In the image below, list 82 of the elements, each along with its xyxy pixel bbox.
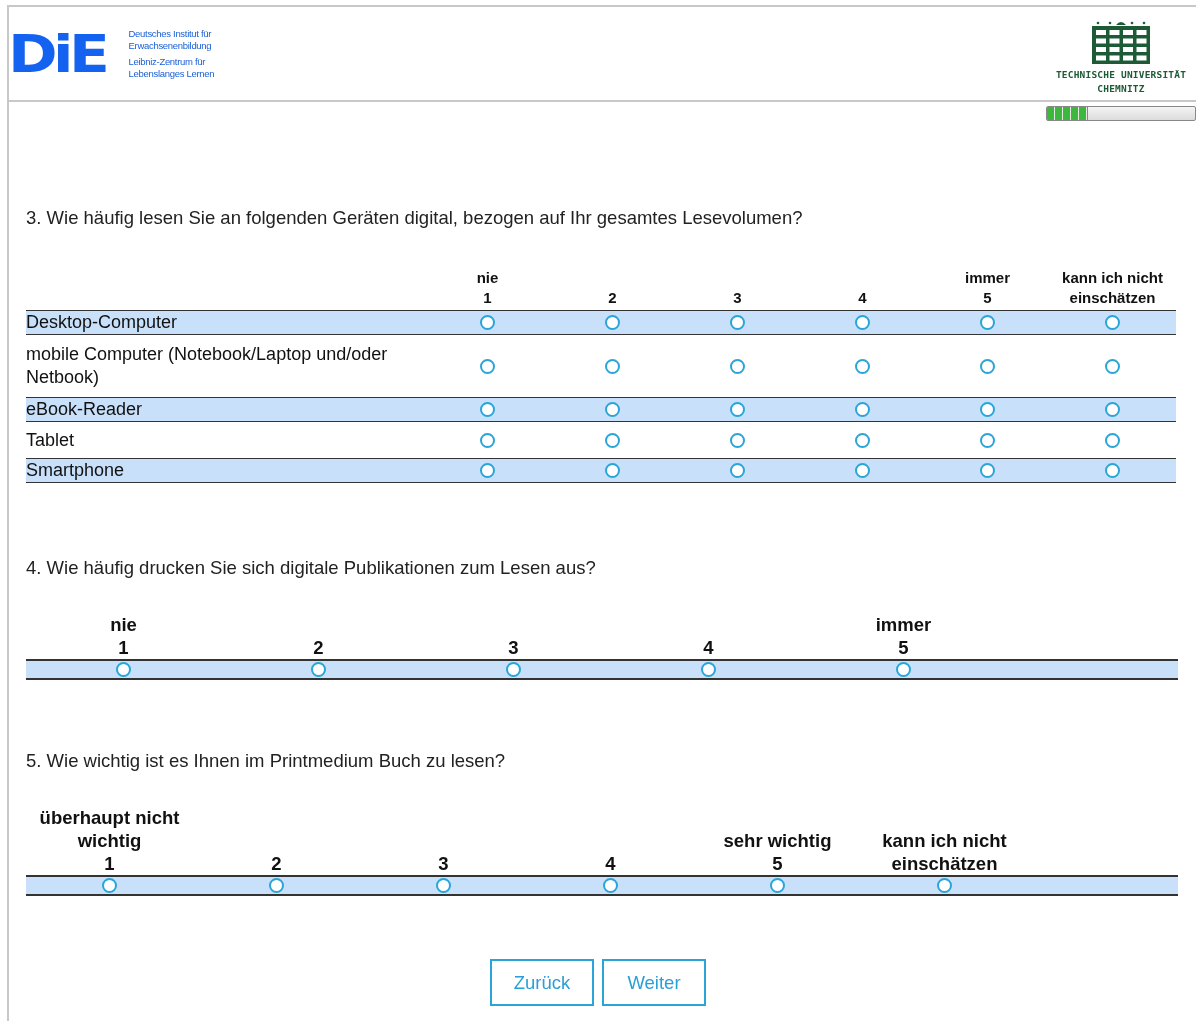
scale-number: 5 [772, 852, 783, 875]
radio-button[interactable] [1105, 358, 1120, 374]
institute-name-line: Deutsches Institut für [128, 27, 213, 40]
navigation-button[interactable]: Weiter [602, 959, 706, 1006]
radio-button[interactable] [730, 402, 745, 417]
scale-label: sehr wichtig [723, 829, 832, 852]
row-label: Smartphone [26, 459, 126, 482]
radio-button[interactable] [730, 432, 745, 448]
radio-button[interactable] [980, 315, 995, 330]
scale-label: nie [110, 613, 137, 636]
radio-button[interactable] [980, 402, 995, 417]
scale-number: 1 [118, 636, 129, 659]
radio-button[interactable] [480, 402, 495, 417]
radio-button[interactable] [1105, 402, 1120, 417]
radio-button[interactable] [605, 463, 620, 478]
scale-label: kann ich nicht einschätzen [1061, 268, 1164, 308]
radio-button[interactable] [116, 662, 131, 677]
radio-button[interactable] [1105, 315, 1120, 330]
radio-button[interactable] [855, 315, 870, 330]
scale-label: überhaupt nicht wichtig [38, 806, 181, 852]
scale-number: 3 [733, 288, 742, 308]
radio-button[interactable] [701, 662, 716, 677]
question-text: 3. Wie häufig lesen Sie an folgenden Geräten digital, bezogen auf Ihr gesamtes Lesevolumen? [26, 207, 804, 229]
question-text: 5. Wie wichtig ist es Ihnen im Printmedium Buch zu lesen? [26, 750, 507, 772]
radio-button[interactable] [937, 878, 952, 893]
scale-number: 2 [608, 288, 617, 308]
row-label: mobile Computer (Notebook/Laptop und/oder Netbook) [26, 343, 389, 389]
radio-button[interactable] [605, 402, 620, 417]
radio-button[interactable] [480, 463, 495, 478]
radio-button[interactable] [605, 432, 620, 448]
scale-number: 3 [438, 852, 449, 875]
row-label: eBook-Reader [26, 398, 144, 421]
scale-number: 2 [313, 636, 324, 659]
radio-button[interactable] [1105, 463, 1120, 478]
radio-button[interactable] [102, 878, 117, 893]
radio-button[interactable] [730, 315, 745, 330]
scale-number: 1 [104, 852, 115, 875]
university-name-line: CHEMNITZ [1097, 81, 1145, 96]
question-text: 4. Wie häufig drucken Sie sich digitale Publikationen zum Lesen aus? [26, 557, 597, 579]
radio-button[interactable] [855, 432, 870, 448]
institute-name-line: Lebenslanges Lernen [128, 67, 215, 80]
scale-label: kann ich nicht einschätzen [881, 829, 1008, 875]
radio-button[interactable] [603, 878, 618, 893]
radio-button[interactable] [770, 878, 785, 893]
radio-button[interactable] [730, 358, 745, 374]
radio-button[interactable] [480, 358, 495, 374]
scale-number: 4 [703, 636, 714, 659]
die-logo: DiE [8, 27, 106, 80]
scale-label: immer [965, 268, 1010, 288]
scale-label: nie [476, 268, 499, 288]
radio-button[interactable] [480, 432, 495, 448]
radio-button[interactable] [605, 358, 620, 374]
radio-button[interactable] [855, 402, 870, 417]
radio-button[interactable] [436, 878, 451, 893]
radio-button[interactable] [311, 662, 326, 677]
radio-button[interactable] [855, 463, 870, 478]
row-label: Desktop-Computer [26, 311, 179, 334]
institute-name-line: Erwachsenenbildung [128, 39, 213, 52]
scale-number: 5 [983, 288, 992, 308]
radio-button[interactable] [506, 662, 521, 677]
scale-number: 1 [483, 288, 492, 308]
scale-number: 5 [898, 636, 909, 659]
scale-number: 3 [508, 636, 519, 659]
radio-button[interactable] [980, 463, 995, 478]
radio-button[interactable] [980, 358, 995, 374]
navigation-button[interactable]: Zurück [490, 959, 594, 1006]
row-label: Tablet [26, 428, 76, 452]
radio-button[interactable] [605, 315, 620, 330]
scale-label: immer [875, 613, 932, 636]
scale-number: 4 [605, 852, 616, 875]
radio-button[interactable] [855, 358, 870, 374]
scale-number: 4 [858, 288, 867, 308]
radio-button[interactable] [269, 878, 284, 893]
radio-button[interactable] [730, 463, 745, 478]
scale-number: 2 [271, 852, 282, 875]
building-icon [1090, 19, 1152, 64]
radio-button[interactable] [1105, 432, 1120, 448]
radio-button[interactable] [896, 662, 911, 677]
institute-name-line: Leibniz-Zentrum für [128, 55, 207, 68]
radio-button[interactable] [480, 315, 495, 330]
university-name-line: TECHNISCHE UNIVERSITÄT [1055, 67, 1187, 82]
radio-button[interactable] [980, 432, 995, 448]
